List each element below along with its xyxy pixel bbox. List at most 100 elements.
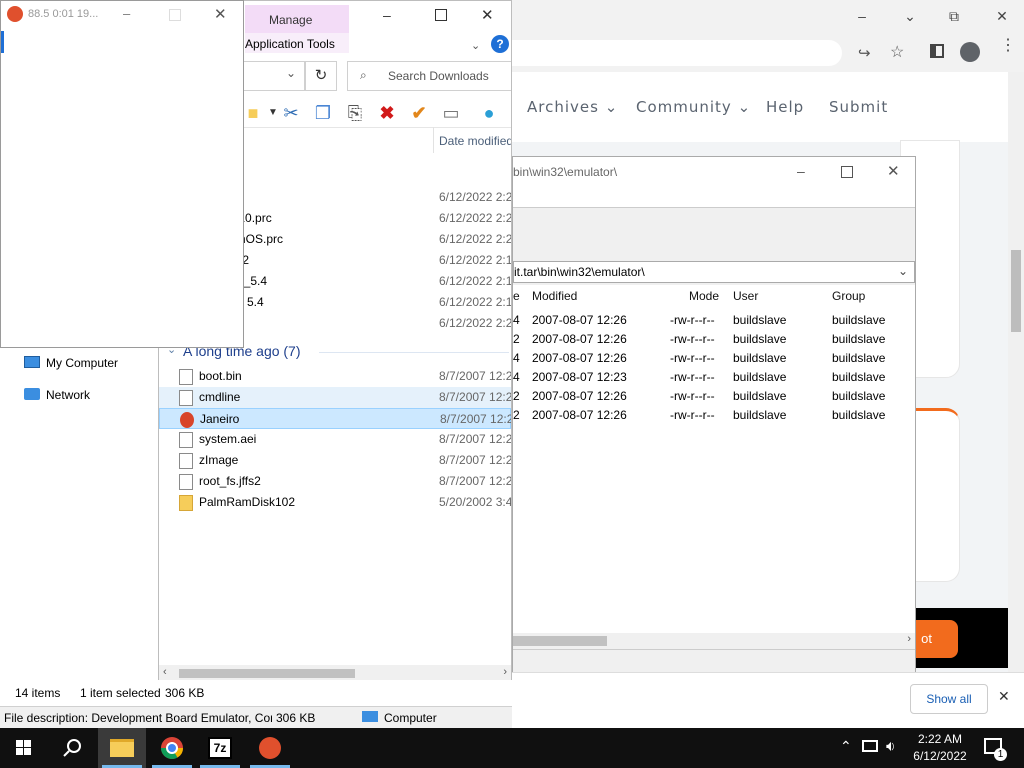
close-icon[interactable]: ✕ [887,162,900,180]
address-bar[interactable]: ⌄ [243,61,305,91]
paste-icon[interactable]: ⎘ [343,101,367,125]
table-row[interactable]: 2 2007-08-07 12:26 -rw-r--r-- buildslave bui… [513,406,915,425]
nav-community[interactable]: Community ⌄ [636,98,751,116]
delete-icon[interactable]: ✖ [375,101,399,125]
clock-time[interactable]: 2:22 AM [916,732,964,746]
profile-avatar-icon[interactable] [960,42,980,62]
maximize-icon[interactable] [435,9,447,21]
chrome-icon [161,737,183,759]
show-hidden-icons-chevron[interactable]: ⌃ [840,738,852,755]
file-row[interactable]: root_fs.jffs28/7/2007 12:23 [159,471,511,492]
selection-status: 1 item selected [80,686,161,700]
selection-size: 306 KB [165,686,205,700]
refresh-icon[interactable]: ↻ [305,61,337,91]
nav-help[interactable]: Help [766,98,804,116]
details-status-bar: File description: Development Board Emul… [0,706,512,728]
file-icon [179,453,193,469]
search-icon: ⌕ [360,68,367,82]
nav-network[interactable]: Network [46,388,90,402]
close-icon[interactable]: ✕ [214,5,227,23]
network-icon[interactable] [862,740,878,752]
7zip-icon: 7z [208,737,232,759]
window-title: bin\win32\emulator\ [513,165,618,179]
folder-icon [110,739,134,757]
sidebar-icon[interactable] [930,44,944,58]
copy-icon[interactable]: ❐ [311,101,335,125]
close-download-bar-icon[interactable]: ✕ [998,688,1010,705]
column-user[interactable]: User [733,289,758,303]
file-row[interactable]: system.aei8/7/2007 12:26 [159,429,511,450]
column-modified[interactable]: Modified [532,289,577,303]
notification-badge: 1 [994,748,1007,761]
search-input[interactable]: ⌕ Search Downloads [347,61,511,91]
minimize-icon[interactable]: – [383,7,391,23]
close-icon[interactable]: ✕ [481,6,494,24]
maximize-icon[interactable] [841,166,853,178]
close-icon[interactable]: ✕ [992,6,1012,26]
minimize-icon[interactable]: – [852,6,872,26]
emulator-screen[interactable] [4,29,242,347]
clock-date[interactable]: 6/12/2022 [912,749,968,763]
chevron-down-icon[interactable]: ⌄ [471,39,480,52]
nav-submit[interactable]: Submit [829,98,888,116]
column-group[interactable]: Group [832,289,865,303]
restore-icon[interactable]: ⧉ [944,6,964,26]
network-icon [24,388,40,400]
menu-dots-icon[interactable]: ⋮ [1000,38,1016,54]
emulator-app-icon [259,737,281,759]
application-tools-label[interactable]: Application Tools [245,37,335,51]
browser-scrollbar[interactable] [1008,72,1024,672]
start-button[interactable] [0,728,48,768]
file-description: File description: Development Board Emul… [4,711,272,725]
search-button[interactable] [48,728,96,768]
text-file-icon [179,390,193,406]
taskbar-7zip[interactable]: 7z [196,728,244,768]
emulator-window: 88.5 0:01 19... – ✕ [0,0,244,348]
column-size[interactable]: e [513,289,520,303]
chevron-down-icon[interactable]: ⌄ [900,6,920,26]
file-row[interactable]: PalmRamDisk1025/20/2002 3:47 [159,492,511,513]
table-row[interactable]: 4 2007-08-07 12:26 -rw-r--r-- buildslave bui… [513,349,915,368]
location-label: Computer [384,711,437,725]
volume-icon[interactable]: 🔉︎ [886,738,895,755]
zip-toolbar [513,207,915,262]
file-icon [179,369,193,385]
table-row[interactable]: 2 2007-08-07 12:26 -rw-r--r-- buildslave bui… [513,387,915,406]
table-row[interactable]: 4 2007-08-07 12:23 -rw-r--r-- buildslave bui… [513,368,915,387]
computer-icon [362,711,378,722]
zip-address-bar[interactable]: it.tar\bin\win32\emulator\ ⌄ [513,261,915,283]
tab-manage[interactable]: Manage [245,5,349,33]
globe-icon[interactable]: ● [477,101,501,125]
taskbar-emulator[interactable] [246,728,294,768]
show-all-button[interactable]: Show all [910,684,988,714]
horizontal-scrollbar[interactable]: › [513,633,915,649]
taskbar-chrome[interactable] [148,728,196,768]
share-icon[interactable]: ↪ [858,44,871,62]
rename-icon[interactable]: ▭ [439,101,463,125]
table-row[interactable]: 2 2007-08-07 12:26 -rw-r--r-- buildslave bui… [513,330,915,349]
taskbar-file-explorer[interactable] [98,728,146,768]
windows-logo-icon [16,740,31,755]
cut-icon[interactable]: ✂ [279,101,303,125]
star-icon[interactable]: ☆ [890,42,904,62]
chevron-down-icon[interactable]: ⌄ [898,264,908,278]
help-icon[interactable]: ? [491,35,509,53]
minimize-icon[interactable]: – [123,6,130,21]
checkmark-icon[interactable]: ✔ [407,101,431,125]
file-row-selected[interactable]: Janeiro8/7/2007 12:26 [159,408,511,429]
zip-status-bar [513,649,915,672]
file-row[interactable]: zImage8/7/2007 12:26 [159,450,511,471]
file-icon [179,432,193,448]
file-row[interactable]: boot.bin8/7/2007 12:26 [159,366,511,387]
table-row[interactable]: 4 2007-08-07 12:26 -rw-r--r-- buildslave bui… [513,311,915,330]
minimize-icon[interactable]: – [797,163,805,179]
column-date-modified[interactable]: Date modified [439,134,511,148]
taskbar: 7z ⌃ 🔉︎ 2:22 AM 6/12/2022 1 [0,728,1024,768]
nav-archives[interactable]: Archives ⌄ [527,98,618,116]
search-icon [63,739,81,757]
item-count: 14 items [15,686,61,700]
column-mode[interactable]: Mode [689,289,719,303]
nav-my-computer[interactable]: My Computer [46,356,118,370]
janeiro-app-icon [180,412,194,428]
file-row[interactable]: cmdline8/7/2007 12:26 [159,387,511,408]
